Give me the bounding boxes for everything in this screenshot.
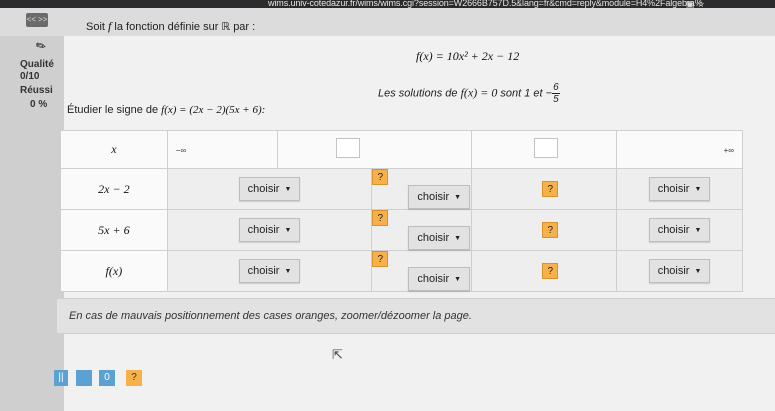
table-row: 2x − 2 choisir ▼ ? choisir ▼ ? choisir ▼ [60, 168, 743, 210]
unknown-value-box[interactable]: ? [372, 169, 389, 185]
root-input-1[interactable] [335, 138, 360, 158]
navigation-button[interactable]: << >> [26, 13, 48, 27]
value-cell[interactable]: ? choisir ▼ [371, 250, 473, 292]
value-cell[interactable]: ? [471, 209, 618, 251]
pen-icon[interactable]: ✎ [33, 37, 49, 54]
dropdown-caret-icon: ▼ [454, 235, 462, 242]
success-label: Réussi [20, 85, 53, 96]
choose-dropdown[interactable]: choisir ▼ [408, 226, 471, 250]
blank-button[interactable] [76, 370, 92, 386]
root-input-2[interactable] [534, 138, 559, 158]
plus-infinity: +∞ [616, 130, 743, 169]
top-strip: << >> Soit f la fonction définie sur ℝ p… [0, 8, 775, 36]
dropdown-caret-icon: ▼ [284, 268, 292, 275]
choose-dropdown[interactable]: choisir ▼ [408, 267, 471, 291]
choose-dropdown[interactable]: choisir ▼ [648, 259, 711, 283]
zero-button[interactable]: 0 [99, 370, 115, 386]
fraction: 65 [552, 82, 560, 105]
study-instruction: Étudier le signe de f(x) = (2x − 2)(5x +… [67, 104, 266, 116]
browser-url-bar[interactable]: wims.univ-cotedazur.fr/wims/wims.cgi?ses… [0, 0, 775, 9]
zoom-note: En cas de mauvais positionnement des cas… [69, 310, 472, 322]
row-label: 5x + 6 [60, 209, 168, 251]
sign-table: x −∞ +∞ 2x − 2 choisir ▼ ? choisir ▼ ? cho… [60, 130, 743, 292]
sign-cell[interactable]: choisir ▼ [166, 250, 373, 292]
dropdown-caret-icon: ▼ [284, 227, 292, 234]
choose-dropdown[interactable]: choisir ▼ [648, 218, 711, 242]
dropdown-caret-icon: ▼ [694, 268, 702, 275]
sign-cell[interactable]: choisir ▼ [166, 168, 373, 210]
unknown-value-box[interactable]: ? [542, 181, 559, 197]
choose-dropdown[interactable]: choisir ▼ [648, 177, 711, 201]
choose-dropdown[interactable]: choisir ▼ [238, 259, 301, 283]
row-label: 2x − 2 [60, 168, 168, 210]
sign-cell[interactable]: choisir ▼ [166, 209, 373, 251]
sign-cell[interactable]: choisir ▼ [616, 250, 743, 292]
dropdown-caret-icon: ▼ [454, 276, 462, 283]
dropdown-caret-icon: ▼ [454, 194, 462, 201]
unknown-value-box[interactable]: ? [372, 251, 389, 267]
quality-label: Qualité [20, 59, 54, 70]
table-header-row: x −∞ +∞ [60, 130, 743, 169]
quality-value: 0/10 [20, 71, 40, 82]
unknown-value-box[interactable]: ? [542, 222, 559, 238]
function-equation: f(x) = 10x² + 2x − 12 [416, 49, 520, 63]
help-button[interactable]: ? [126, 370, 142, 386]
url-text[interactable]: wims.univ-cotedazur.fr/wims/wims.cgi?ses… [268, 0, 703, 8]
sign-cell[interactable]: choisir ▼ [616, 209, 743, 251]
choose-dropdown[interactable]: choisir ▼ [238, 218, 301, 242]
note-bar: En cas de mauvais positionnement des cas… [57, 298, 775, 334]
value-cell[interactable]: ? [471, 250, 618, 292]
mouse-cursor-icon: ⇱ [332, 347, 343, 362]
pause-button[interactable]: || [54, 370, 68, 386]
choose-dropdown[interactable]: choisir ▼ [238, 177, 301, 201]
choose-dropdown[interactable]: choisir ▼ [408, 185, 471, 209]
value-cell[interactable]: ? choisir ▼ [371, 209, 473, 251]
unknown-value-box[interactable]: ? [372, 210, 389, 226]
row-label: f(x) [60, 250, 168, 292]
dropdown-caret-icon: ▼ [284, 186, 292, 193]
success-value: 0 % [30, 99, 48, 110]
unknown-value-box[interactable]: ? [542, 263, 559, 279]
solutions-text: Les solutions de f(x) = 0 sont 1 et −6 5 [378, 82, 560, 105]
left-sidebar: ✎ Qualité 0/10 Réussi 0 % [0, 36, 64, 411]
x-header: x [60, 130, 168, 169]
value-cell[interactable]: ? choisir ▼ [371, 168, 473, 210]
value-cell[interactable]: ? [471, 168, 618, 210]
intro-text: Soit f la fonction définie sur ℝ par : [86, 19, 256, 33]
table-row: 5x + 6 choisir ▼ ? choisir ▼ ? choisir ▼ [60, 209, 743, 251]
root-slot-2[interactable] [471, 130, 618, 169]
minus-infinity: −∞ [166, 130, 278, 169]
table-row: f(x) choisir ▼ ? choisir ▼ ? choisir ▼ [60, 250, 743, 292]
dropdown-caret-icon: ▼ [694, 227, 702, 234]
dropdown-caret-icon: ▼ [694, 186, 702, 193]
root-slot-1[interactable] [276, 130, 473, 169]
sign-cell[interactable]: choisir ▼ [616, 168, 743, 210]
